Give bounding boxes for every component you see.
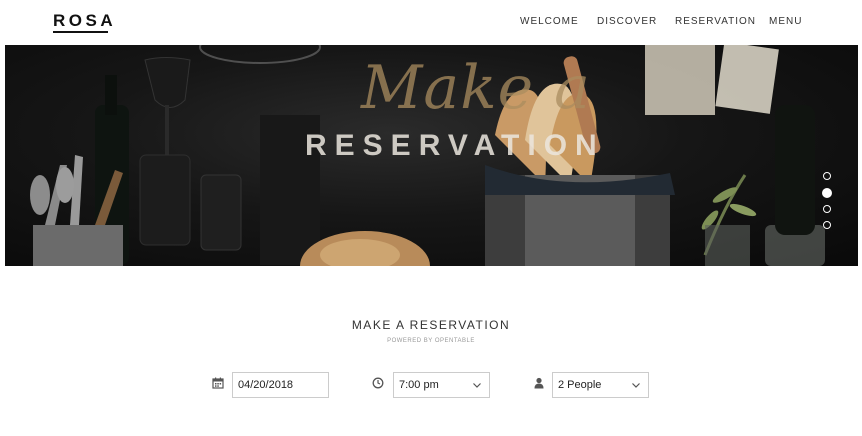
hero-banner: Make a RESERVATION (5, 45, 858, 266)
nav-item-menu[interactable]: MENU (769, 16, 802, 27)
reservation-heading: MAKE A RESERVATION (351, 318, 511, 332)
nav-item-welcome[interactable]: WELCOME (520, 16, 579, 27)
chevron-down-icon (632, 383, 640, 388)
time-value: 7:00 pm (399, 379, 439, 391)
slider-dot-4[interactable] (823, 220, 831, 229)
logo[interactable]: ROSA (53, 11, 116, 31)
party-size-select[interactable]: 2 People (552, 372, 649, 398)
opentable-credit: POWERED BY OPENTABLE (387, 338, 475, 344)
time-select[interactable]: 7:00 pm (393, 372, 490, 398)
user-icon (534, 377, 544, 389)
nav-item-discover[interactable]: DISCOVER (597, 16, 657, 27)
slider-dot-1[interactable] (823, 172, 831, 180)
hero-title: RESERVATION (305, 129, 605, 162)
slider-dot-3[interactable] (823, 205, 831, 213)
clock-icon (372, 377, 384, 389)
hero-script-text: Make a (361, 53, 591, 123)
calendar-icon (212, 377, 224, 389)
nav-item-reservation[interactable]: RESERVATION (675, 16, 756, 27)
date-field[interactable]: 04/20/2018 (232, 372, 329, 398)
slider-dot-2[interactable] (822, 187, 832, 198)
chevron-down-icon (473, 383, 481, 388)
party-size-value: 2 People (558, 379, 602, 391)
logo-underline (53, 31, 108, 33)
date-value: 04/20/2018 (238, 379, 294, 391)
top-nav: ROSA WELCOME DISCOVER RESERVATION MENU (0, 0, 862, 45)
slider-dots (822, 172, 832, 236)
